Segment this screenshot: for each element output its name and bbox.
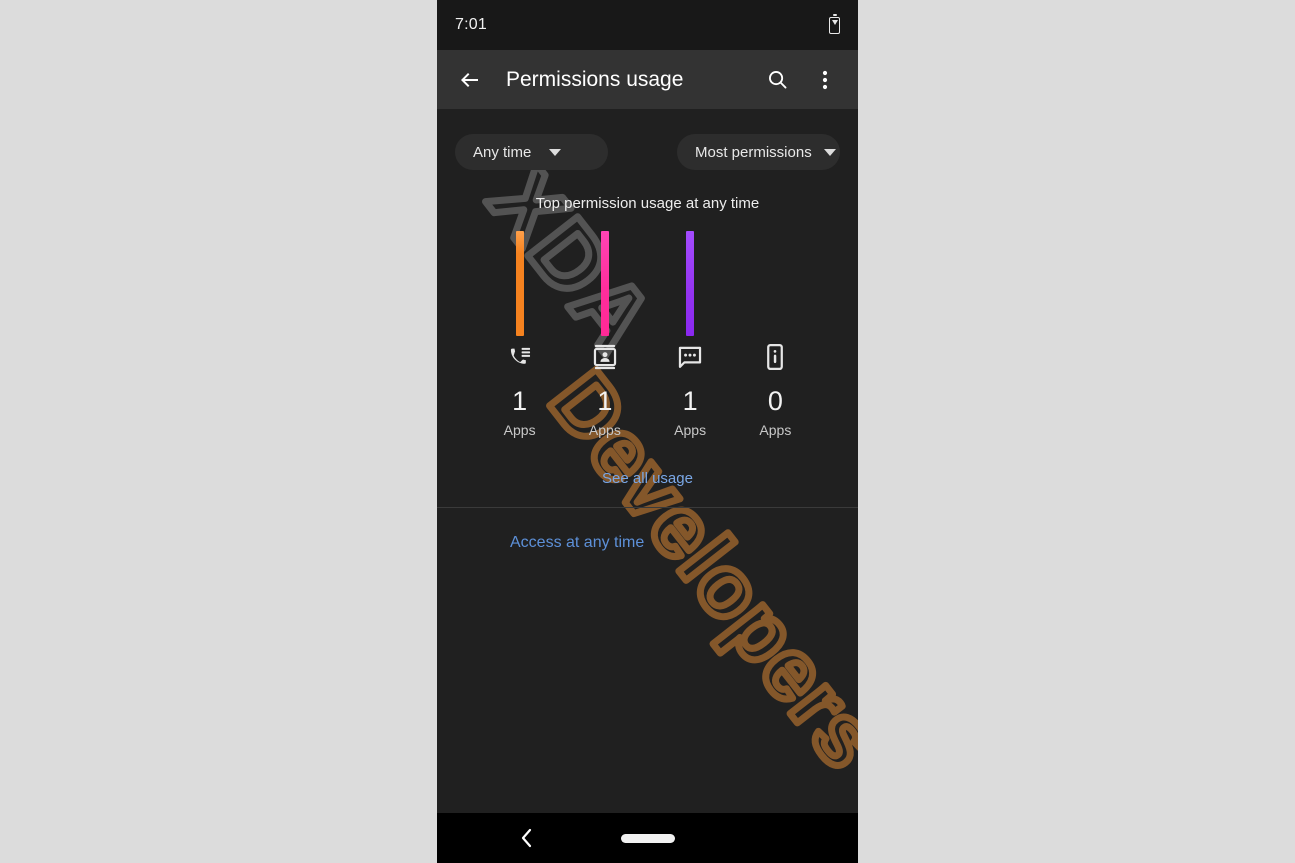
count-value-sms: 1 [682, 386, 698, 416]
permission-icon-cell-contacts [573, 342, 637, 376]
app-bar: Permissions usage [437, 50, 858, 109]
battery-charging-icon [829, 14, 840, 34]
chevron-down-icon [549, 148, 562, 156]
chart-heading: Top permission usage at any time [535, 195, 760, 212]
count-cell-phone: 1 Apps [488, 386, 552, 438]
phone-screen: 7:01 Permissions usage XDA Developers An… [437, 0, 858, 863]
filter-chips-row: Any time Most permissions [437, 134, 858, 170]
count-cell-sms: 1 Apps [658, 386, 722, 438]
see-all-usage-row: See all usage [437, 470, 858, 507]
count-value-contacts: 1 [597, 386, 613, 416]
content-area: XDA Developers Any time Most permissions [437, 109, 858, 863]
permission-icon-cell-nearby-devices [743, 342, 807, 376]
status-bar-icons [829, 14, 840, 34]
usage-summary-card: Any time Most permissions Top permission… [437, 109, 858, 507]
status-bar-clock: 7:01 [455, 16, 487, 33]
phone-device-info-icon [761, 343, 789, 376]
count-value-phone: 1 [512, 386, 528, 416]
count-label-phone: Apps [503, 422, 536, 438]
time-filter-value: Any time [473, 143, 532, 161]
system-navigation-bar [437, 813, 858, 863]
permission-bar-chart [437, 224, 858, 336]
bar-column-nearby-devices [743, 224, 807, 336]
search-icon[interactable] [760, 63, 794, 97]
access-at-any-time-link[interactable]: Access at any time [510, 534, 644, 552]
bar-column-sms [658, 224, 722, 336]
see-all-usage-link[interactable]: See all usage [602, 470, 693, 487]
bar-column-contacts [573, 224, 637, 336]
sort-filter-dropdown[interactable]: Most permissions [677, 134, 840, 170]
sort-filter-value: Most permissions [695, 143, 812, 161]
permission-icons-row [437, 342, 858, 376]
sms-message-icon [676, 343, 704, 376]
nav-home-pill-icon[interactable] [620, 834, 675, 843]
permission-icon-cell-phone [488, 342, 552, 376]
count-cell-nearby-devices: 0 Apps [743, 386, 807, 438]
bar-column-phone [488, 224, 552, 336]
count-value-nearby-devices: 0 [767, 386, 783, 416]
chevron-down-icon [823, 148, 836, 156]
access-section: Access at any time [437, 508, 858, 552]
page-title: Permissions usage [506, 67, 684, 91]
contacts-card-icon [591, 343, 619, 376]
screenshot-root: 7:01 Permissions usage XDA Developers An… [0, 0, 1295, 863]
more-vert-icon[interactable] [808, 63, 842, 97]
count-label-nearby-devices: Apps [759, 422, 792, 438]
bar-phone [515, 231, 524, 336]
nav-back-chevron-icon[interactable] [513, 824, 541, 852]
permission-icon-cell-sms [658, 342, 722, 376]
arrow-back-icon[interactable] [453, 63, 487, 97]
count-label-sms: Apps [674, 422, 707, 438]
count-label-contacts: Apps [588, 422, 621, 438]
time-filter-dropdown[interactable]: Any time [455, 134, 608, 170]
phone-call-log-icon [506, 343, 534, 376]
count-cell-contacts: 1 Apps [573, 386, 637, 438]
status-bar: 7:01 [437, 0, 858, 50]
bar-sms [686, 231, 695, 336]
bar-contacts [600, 231, 609, 336]
app-bar-actions [760, 63, 842, 97]
permission-counts-row: 1 Apps 1 Apps 1 Apps 0 Apps [437, 386, 858, 438]
